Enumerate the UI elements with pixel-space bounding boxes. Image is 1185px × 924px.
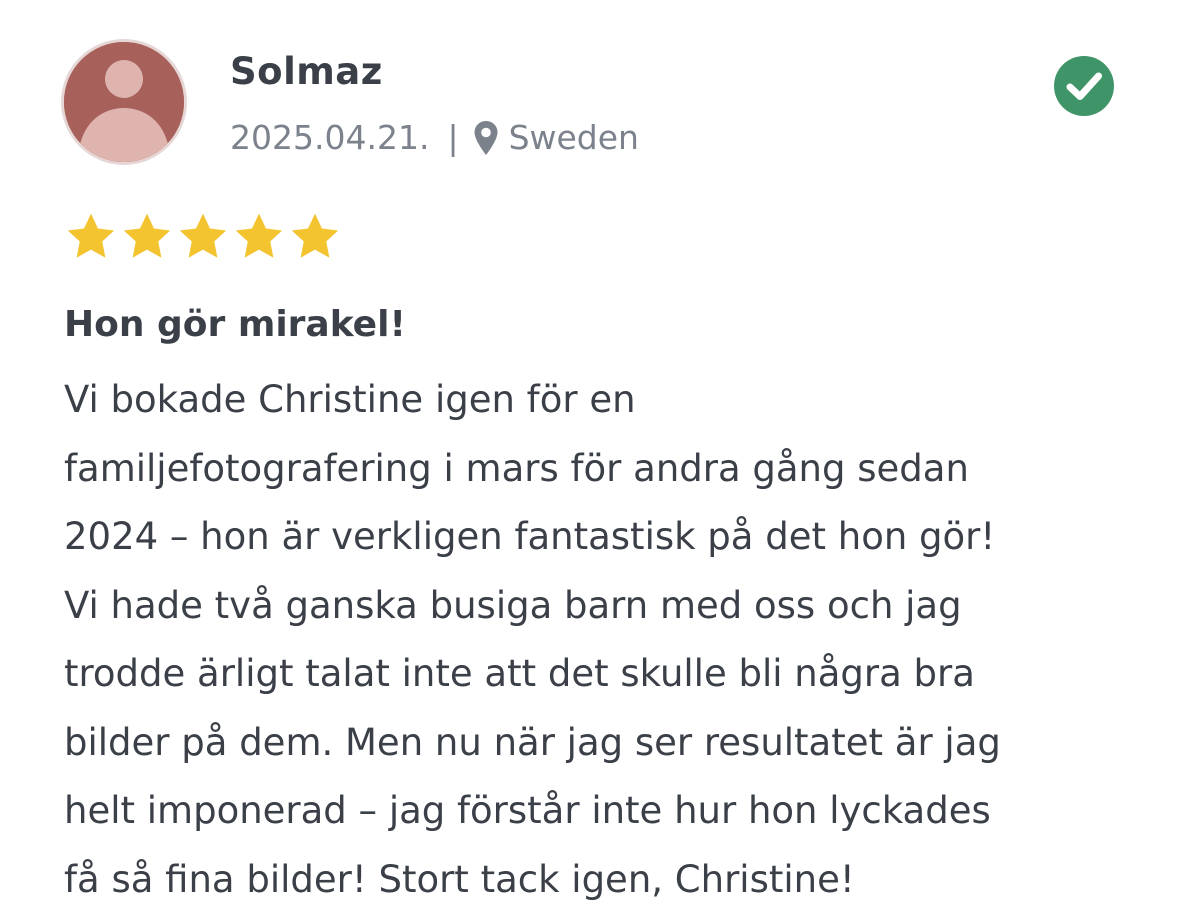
star-icon xyxy=(291,213,339,258)
review-text-line: Vi bokade Christine igen för en xyxy=(64,378,636,421)
star-icon xyxy=(179,213,227,258)
avatar xyxy=(64,42,184,162)
map-pin-icon xyxy=(474,120,498,155)
review-date: 2025.04.21. xyxy=(230,118,430,157)
star-icon xyxy=(123,213,171,258)
review-location: Sweden xyxy=(508,118,639,157)
review-text-line: familjefotografering i mars för andra gå… xyxy=(64,446,969,490)
reviewer-name: Solmaz xyxy=(230,50,383,93)
review-text-line: trodde ärligt talat inte att det skulle … xyxy=(64,652,975,695)
review-text-line: bilder på dem. Men nu när jag ser result… xyxy=(64,720,1001,764)
star-icon xyxy=(235,213,283,258)
review-title: Hon gör mirakel! xyxy=(64,304,406,345)
review-meta: 2025.04.21. | Sweden xyxy=(230,118,639,157)
review-text-line: Vi hade två ganska busiga barn med oss o… xyxy=(64,583,962,627)
review-card: Solmaz 2025.04.21. | Sweden Hon gör mira… xyxy=(0,0,1185,924)
review-text-line: helt imponerad – jag förstår inte hur ho… xyxy=(64,789,991,832)
star-rating xyxy=(64,210,342,264)
meta-separator: | xyxy=(447,118,459,157)
user-silhouette-icon xyxy=(64,42,184,162)
review-text-line: få så fina bilder! Stort tack igen, Chri… xyxy=(64,857,855,901)
review-body: Vi bokade Christine igen för en familjef… xyxy=(64,366,1144,914)
star-icon xyxy=(67,213,115,258)
review-text-line: 2024 – hon är verkligen fantastisk på de… xyxy=(64,515,996,558)
check-circle-icon xyxy=(1054,56,1114,116)
